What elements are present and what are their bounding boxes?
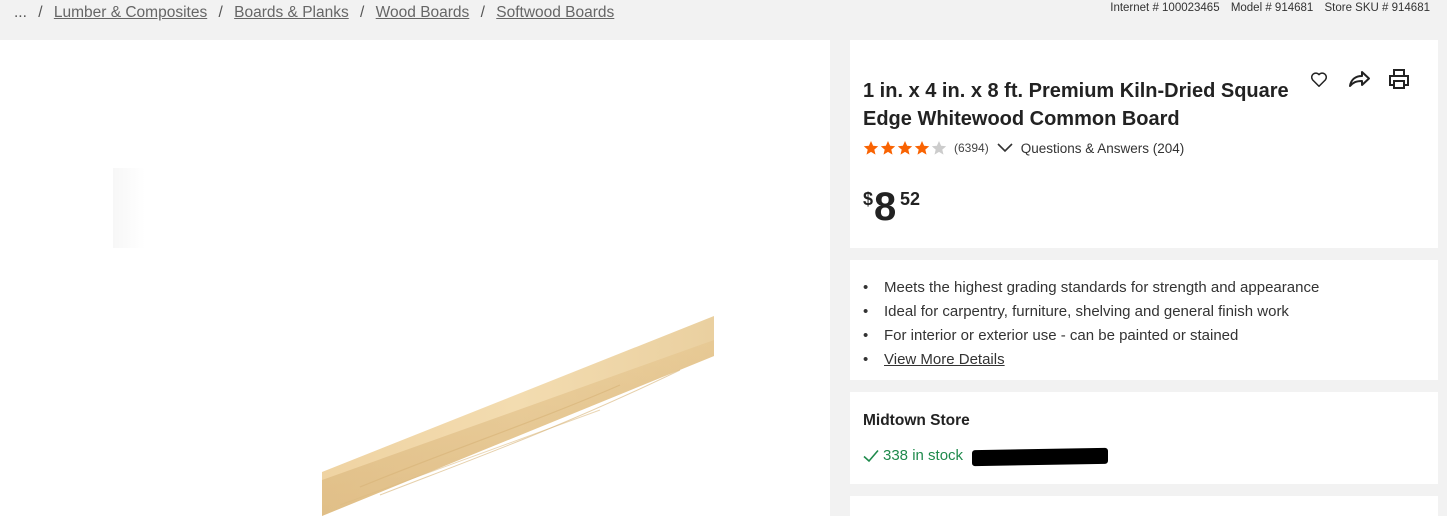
highlight-item: For interior or exterior use - can be pa…: [863, 324, 1319, 348]
product-summary-card: 1 in. x 4 in. x 8 ft. Premium Kiln-Dried…: [850, 40, 1438, 248]
questions-answers-link[interactable]: Questions & Answers (204): [1021, 141, 1185, 156]
stock-status: 338 in stock: [863, 447, 963, 464]
rating-stars[interactable]: [863, 140, 947, 156]
product-highlights-card: Meets the highest grading standards for …: [850, 260, 1438, 380]
rating-row: (6394) Questions & Answers (204): [863, 140, 1184, 156]
internet-number: Internet # 100023465: [1110, 2, 1220, 14]
stock-text: 338 in stock: [883, 447, 964, 464]
review-count[interactable]: (6394): [954, 141, 989, 155]
price-cents: 52: [900, 189, 921, 209]
product-title: 1 in. x 4 in. x 8 ft. Premium Kiln-Dried…: [863, 80, 1289, 130]
highlight-item-link: View More Details: [863, 348, 1319, 372]
redaction-bar: [972, 447, 1108, 467]
print-icon[interactable]: [1386, 66, 1412, 92]
model-number: Model # 914681: [1230, 2, 1314, 14]
breadcrumb: ... / Lumber & Composites / Boards & Pla…: [14, 4, 614, 22]
chevron-down-icon[interactable]: [997, 143, 1013, 153]
store-sku: Store SKU # 914681: [1324, 2, 1431, 14]
star-filled-icon: [863, 141, 879, 155]
product-identifiers: Internet # 100023465 Model # 914681 Stor…: [1110, 2, 1430, 14]
highlight-item: Ideal for carpentry, furniture, shelving…: [863, 300, 1319, 324]
breadcrumb-separator: /: [360, 4, 365, 21]
price-dollars: 8: [874, 185, 897, 229]
price-currency: $: [863, 189, 874, 209]
store-availability-card: Midtown Store 338 in stock: [850, 392, 1438, 484]
breadcrumb-ellipsis[interactable]: ...: [14, 4, 27, 21]
breadcrumb-softwood-boards[interactable]: Softwood Boards: [496, 4, 614, 21]
breadcrumb-wood-boards[interactable]: Wood Boards: [376, 4, 470, 21]
product-image-board: [322, 316, 714, 516]
product-actions: [1306, 66, 1412, 92]
breadcrumb-boards-planks[interactable]: Boards & Planks: [234, 4, 349, 21]
view-more-details-link[interactable]: View More Details: [884, 351, 1005, 368]
highlight-item: Meets the highest grading standards for …: [863, 276, 1319, 300]
heart-icon[interactable]: [1306, 66, 1332, 92]
checkmark-icon: [863, 449, 879, 463]
star-filled-icon: [914, 141, 930, 155]
breadcrumb-separator: /: [218, 4, 223, 21]
share-icon[interactable]: [1346, 66, 1372, 92]
highlights-list: Meets the highest grading standards for …: [863, 276, 1319, 372]
star-filled-icon: [897, 141, 913, 155]
store-name: Midtown Store: [863, 412, 970, 429]
star-filled-icon: [880, 141, 896, 155]
next-card: [850, 496, 1438, 516]
star-empty-icon: [931, 141, 947, 155]
top-bar: ... / Lumber & Composites / Boards & Pla…: [0, 0, 1447, 40]
breadcrumb-separator: /: [38, 4, 43, 21]
breadcrumb-separator: /: [480, 4, 485, 21]
product-image-panel[interactable]: [0, 40, 830, 516]
breadcrumb-lumber-composites[interactable]: Lumber & Composites: [54, 4, 207, 21]
